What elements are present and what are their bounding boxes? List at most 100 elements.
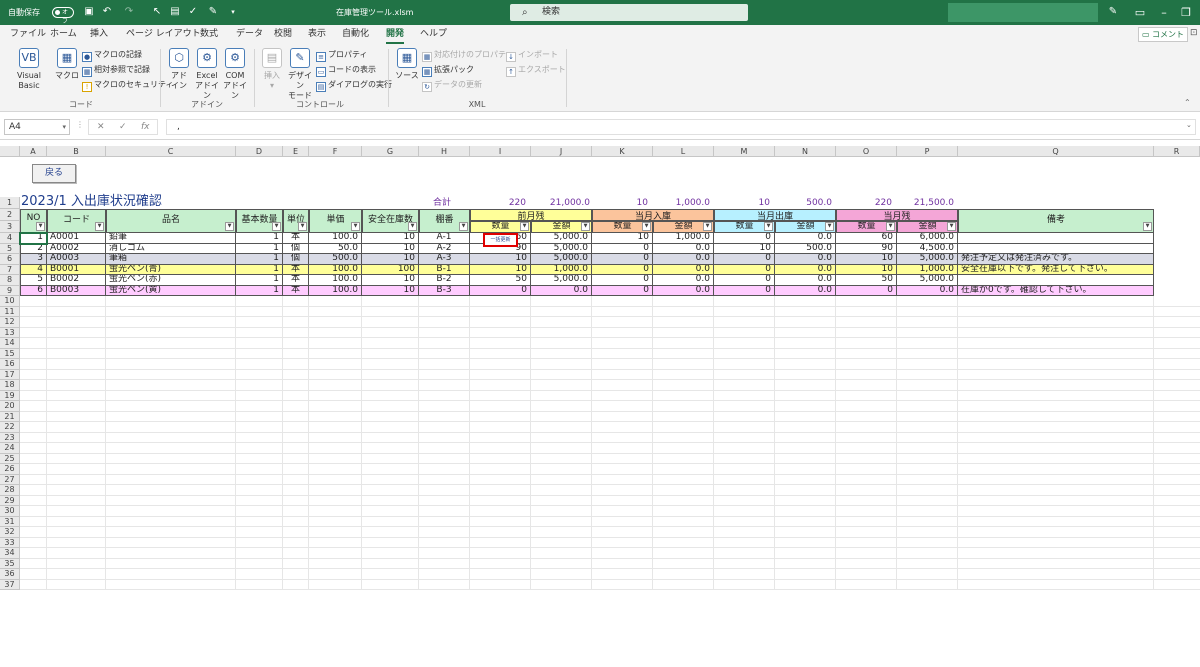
cell-safety-2[interactable]: 10: [362, 243, 419, 254]
cell-ca-1[interactable]: 6,000.0: [897, 233, 958, 244]
map-properties-button[interactable]: ▦ 対応付けのプロパティ: [422, 48, 514, 62]
bulk-update-button[interactable]: 一括更新: [483, 233, 518, 247]
cell-ia-3[interactable]: 0.0: [653, 254, 714, 265]
cell-ia-4[interactable]: 0.0: [653, 264, 714, 275]
redo-icon[interactable]: ↷: [122, 5, 136, 19]
pointer-icon[interactable]: ↖: [150, 5, 164, 19]
tab-file[interactable]: ファイル: [10, 25, 46, 44]
back-button[interactable]: 戻る: [32, 164, 76, 183]
cell-cq-5[interactable]: 50: [836, 275, 897, 286]
row-header-33[interactable]: 33: [0, 537, 20, 548]
column-header-a[interactable]: A: [20, 146, 47, 157]
row-header-14[interactable]: 14: [0, 338, 20, 349]
column-header-g[interactable]: G: [362, 146, 419, 157]
cell-pa-5[interactable]: 5,000.0: [531, 275, 592, 286]
cell-base-5[interactable]: 1: [236, 275, 283, 286]
row-header-9[interactable]: 9: [0, 285, 20, 296]
filter-dropdown-icon[interactable]: ▼: [95, 222, 104, 231]
design-mode-button[interactable]: ✎ デザイン モード: [286, 48, 314, 101]
record-macro-button[interactable]: ● マクロの記録: [82, 48, 142, 62]
cell-name-1[interactable]: 鉛筆: [106, 233, 236, 244]
cell-oa-1[interactable]: 0.0: [775, 233, 836, 244]
row-header-10[interactable]: 10: [0, 296, 20, 307]
cell-name-2[interactable]: 消しゴム: [106, 243, 236, 254]
row-header-6[interactable]: 6: [0, 254, 20, 265]
macro-button[interactable]: ▦ マクロ: [54, 48, 80, 81]
expansion-pack-button[interactable]: ▦ 拡張パック: [422, 63, 474, 77]
search-box[interactable]: ⌕ 検索: [510, 4, 748, 21]
filter-dropdown-icon[interactable]: ▼: [351, 222, 360, 231]
cell-name-6[interactable]: 蛍光ペン(黄): [106, 285, 236, 296]
cell-cq-4[interactable]: 10: [836, 264, 897, 275]
row-header-18[interactable]: 18: [0, 380, 20, 391]
cell-no-3[interactable]: 3: [20, 254, 47, 265]
account-area[interactable]: [948, 3, 1098, 22]
tab-insert[interactable]: 挿入: [90, 25, 108, 44]
share-icon[interactable]: ⊡: [1190, 28, 1198, 38]
cell-no-6[interactable]: 6: [20, 285, 47, 296]
cell-ia-5[interactable]: 0.0: [653, 275, 714, 286]
save-icon[interactable]: ▣: [82, 5, 96, 19]
cell-base-2[interactable]: 1: [236, 243, 283, 254]
cell-no-2[interactable]: 2: [20, 243, 47, 254]
column-header-i[interactable]: I: [470, 146, 531, 157]
tab-review[interactable]: 校閲: [274, 25, 292, 44]
cell-cq-3[interactable]: 10: [836, 254, 897, 265]
cell-ca-3[interactable]: 5,000.0: [897, 254, 958, 265]
row-header-24[interactable]: 24: [0, 443, 20, 454]
cell-note-2[interactable]: [958, 243, 1154, 254]
addins-button[interactable]: ⬡ アド イン: [166, 48, 192, 91]
cell-oq-1[interactable]: 0: [714, 233, 775, 244]
document-icon[interactable]: ▤: [168, 5, 182, 19]
cell-no-5[interactable]: 5: [20, 275, 47, 286]
cell-name-5[interactable]: 蛍光ペン(赤): [106, 275, 236, 286]
enter-icon[interactable]: ✓: [119, 120, 127, 134]
column-header-d[interactable]: D: [236, 146, 283, 157]
cell-price-6[interactable]: 100.0: [309, 285, 362, 296]
row-header-3[interactable]: 3: [0, 221, 20, 233]
cell-oq-6[interactable]: 0: [714, 285, 775, 296]
filter-dropdown-icon[interactable]: ▼: [825, 222, 834, 231]
row-header-27[interactable]: 27: [0, 474, 20, 485]
cell-ia-1[interactable]: 1,000.0: [653, 233, 714, 244]
cell-code-4[interactable]: B0001: [47, 264, 106, 275]
cell-code-1[interactable]: A0001: [47, 233, 106, 244]
cell-iq-3[interactable]: 0: [592, 254, 653, 265]
cell-name-3[interactable]: 筆箱: [106, 254, 236, 265]
cell-iq-1[interactable]: 10: [592, 233, 653, 244]
tab-developer[interactable]: 開発: [386, 25, 405, 44]
filter-dropdown-icon[interactable]: ▼: [642, 222, 651, 231]
cell-oa-6[interactable]: 0.0: [775, 285, 836, 296]
cell-oa-3[interactable]: 0.0: [775, 254, 836, 265]
cell-iq-2[interactable]: 0: [592, 243, 653, 254]
cell-pq-3[interactable]: 10: [470, 254, 531, 265]
column-header-b[interactable]: B: [47, 146, 106, 157]
cell-name-4[interactable]: 蛍光ペン(青): [106, 264, 236, 275]
filter-dropdown-icon[interactable]: ▼: [36, 222, 45, 231]
row-header-8[interactable]: 8: [0, 275, 20, 286]
run-dialog-button[interactable]: ▤ ダイアログの実行: [316, 78, 392, 92]
cell-unit-1[interactable]: 本: [283, 233, 309, 244]
cell-pa-4[interactable]: 1,000.0: [531, 264, 592, 275]
cell-code-5[interactable]: B0002: [47, 275, 106, 286]
row-header-25[interactable]: 25: [0, 453, 20, 464]
tab-view[interactable]: 表示: [308, 25, 326, 44]
cell-code-6[interactable]: B0003: [47, 285, 106, 296]
row-header-1[interactable]: 1: [0, 197, 20, 209]
row-header-2[interactable]: 2: [0, 209, 20, 221]
cell-ca-6[interactable]: 0.0: [897, 285, 958, 296]
tab-formulas[interactable]: 数式: [200, 25, 218, 44]
relative-reference-button[interactable]: ▦ 相対参照で記録: [82, 63, 150, 77]
row-header-4[interactable]: 4: [0, 233, 20, 244]
row-header-19[interactable]: 19: [0, 390, 20, 401]
cell-base-6[interactable]: 1: [236, 285, 283, 296]
xml-source-button[interactable]: ▦ ソース: [394, 48, 420, 81]
cell-base-4[interactable]: 1: [236, 264, 283, 275]
cell-pa-1[interactable]: 5,000.0: [531, 233, 592, 244]
cell-note-1[interactable]: [958, 233, 1154, 244]
cell-oa-4[interactable]: 0.0: [775, 264, 836, 275]
cell-pa-2[interactable]: 5,000.0: [531, 243, 592, 254]
cell-iq-5[interactable]: 0: [592, 275, 653, 286]
row-header-17[interactable]: 17: [0, 369, 20, 380]
row-header-11[interactable]: 11: [0, 306, 20, 317]
